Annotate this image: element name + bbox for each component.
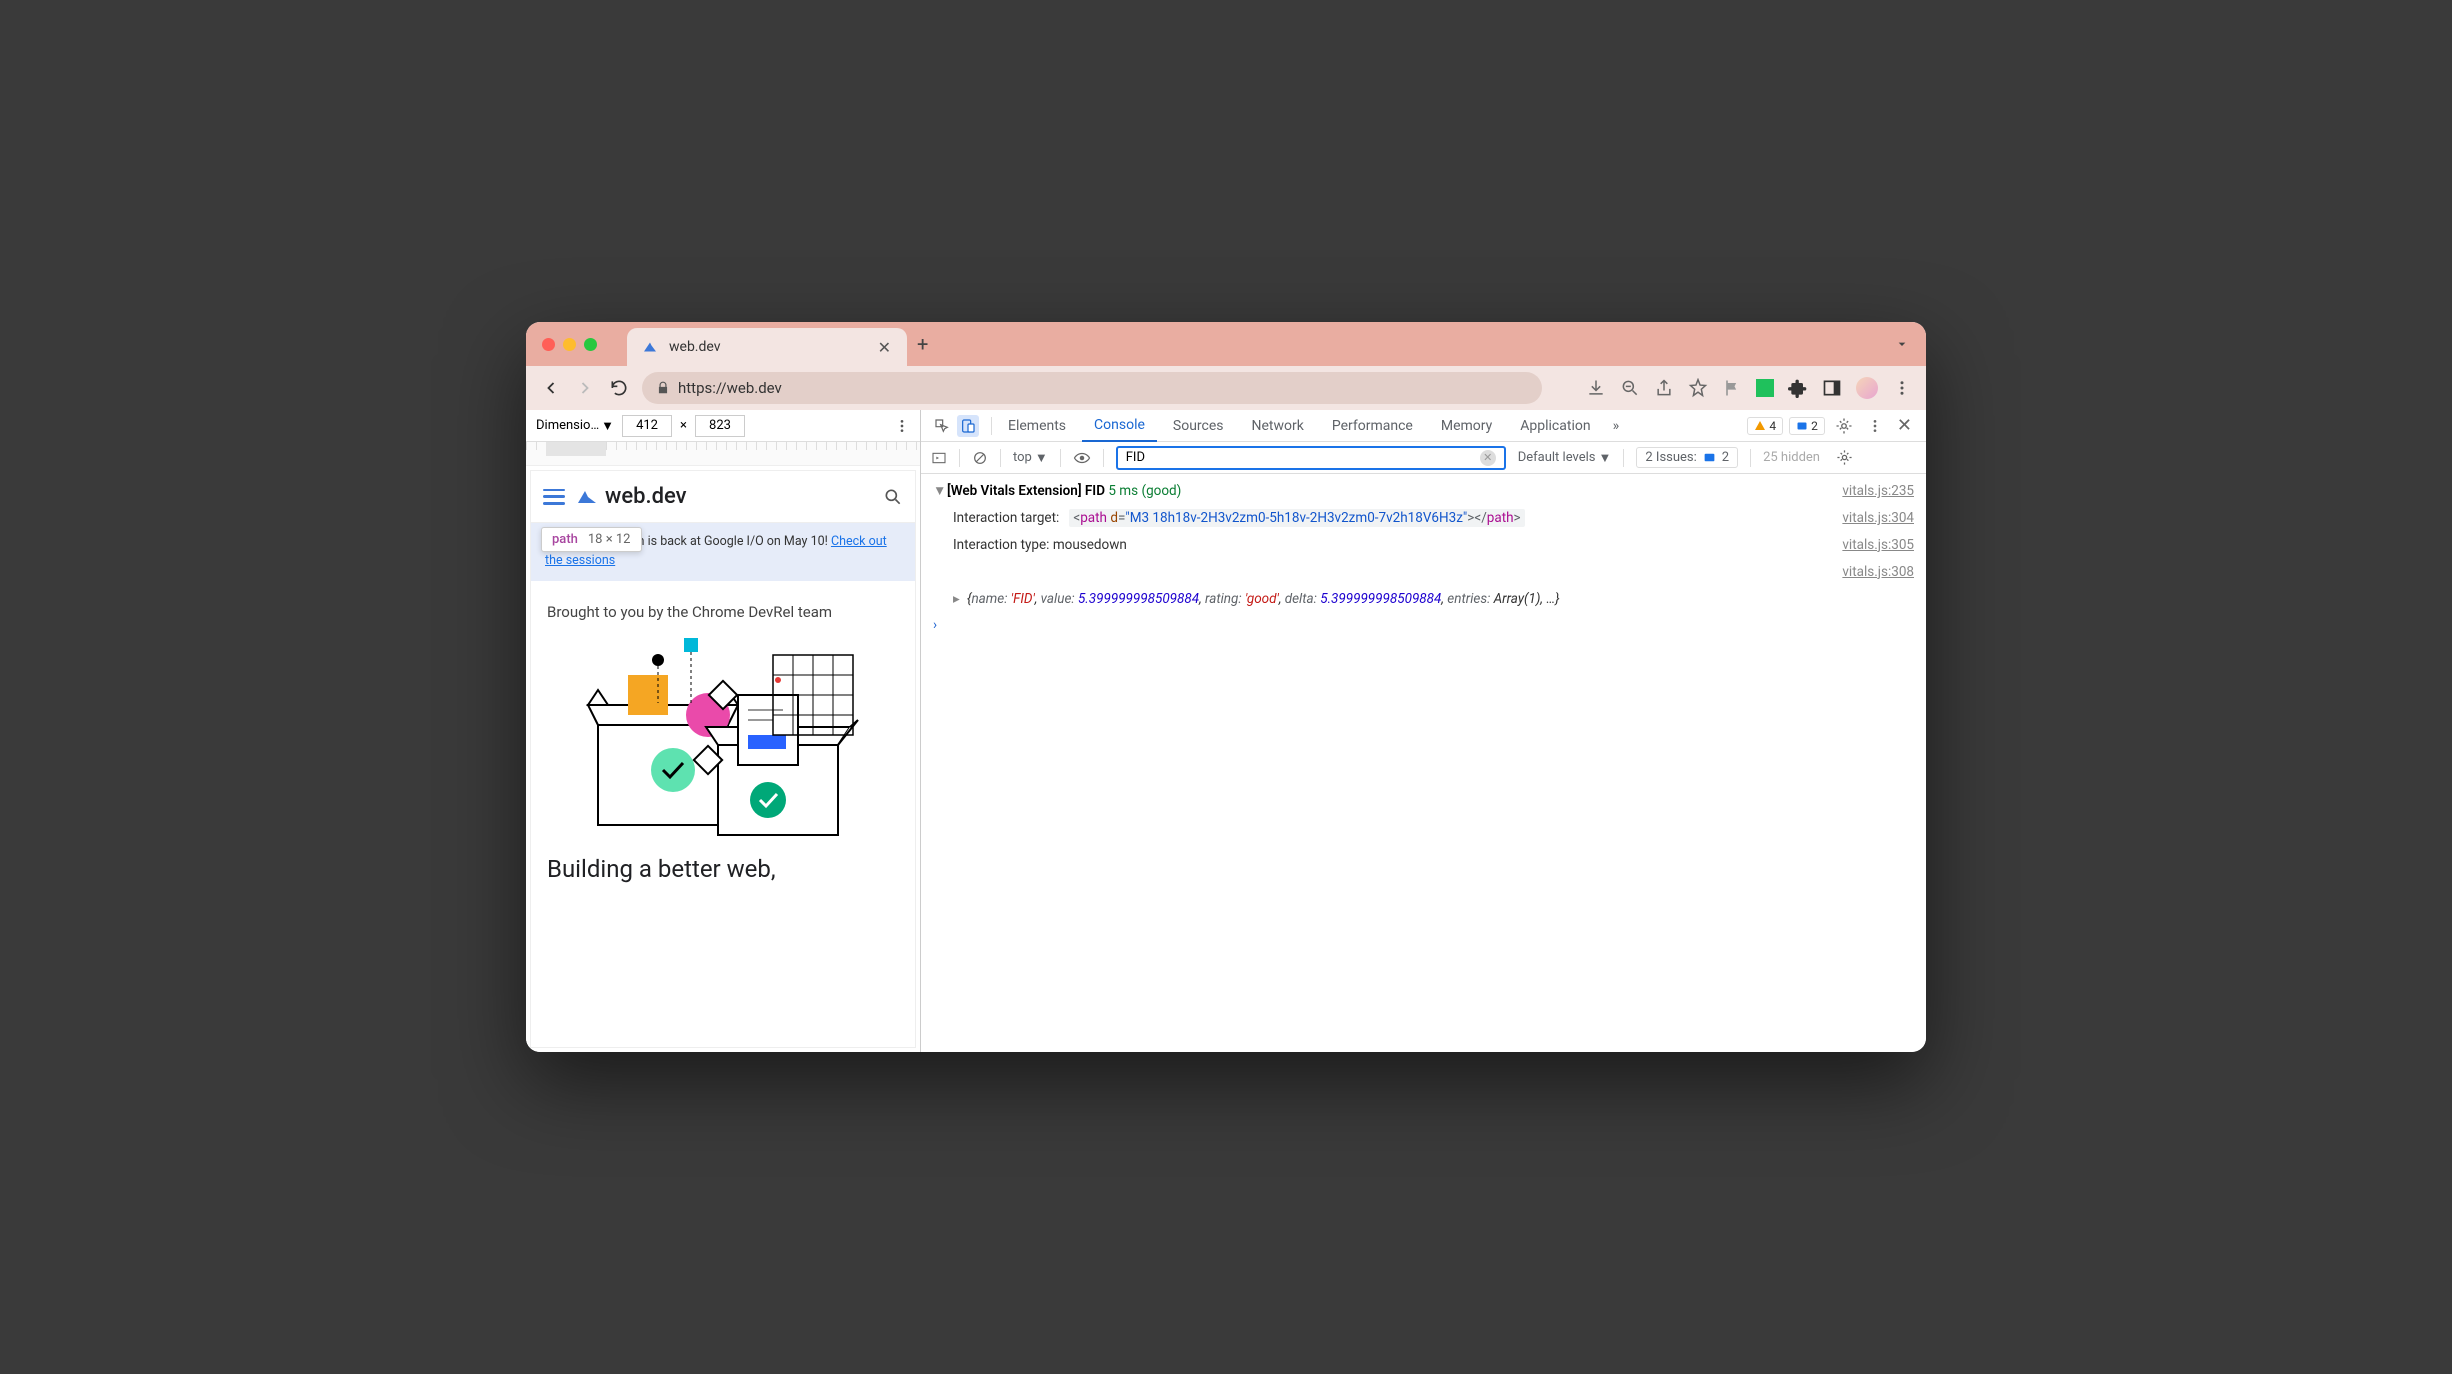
flag-icon[interactable] bbox=[1722, 378, 1742, 398]
console-prompt[interactable]: › bbox=[921, 613, 1926, 637]
back-button[interactable] bbox=[540, 377, 562, 399]
tooltip-dimensions: 18 × 12 bbox=[588, 532, 631, 547]
log-group-header[interactable]: ▼ [Web Vitals Extension] FID 5 ms (good)… bbox=[921, 478, 1926, 505]
url-text: https://web.dev bbox=[678, 379, 782, 397]
dimensions-dropdown[interactable]: Dimensio… ▼ bbox=[536, 418, 614, 434]
console-output: ▼ [Web Vitals Extension] FID 5 ms (good)… bbox=[921, 474, 1926, 1052]
width-input[interactable] bbox=[622, 415, 672, 437]
site-logo[interactable]: web.dev bbox=[575, 484, 687, 509]
tabs-overflow-icon[interactable]: » bbox=[1607, 418, 1626, 434]
warnings-badge[interactable]: 4 bbox=[1747, 417, 1783, 435]
omnibox[interactable]: https://web.dev bbox=[642, 372, 1542, 404]
device-toolbar-more-icon[interactable] bbox=[894, 418, 910, 434]
emulated-viewport: web.dev path 18 × 12 The Chrome team is … bbox=[526, 466, 920, 1052]
log-levels-dropdown[interactable]: Default levels ▼ bbox=[1518, 450, 1612, 466]
console-filter-input[interactable]: ✕ bbox=[1116, 446, 1506, 470]
content-area: Dimensio… ▼ × web.dev bbox=[526, 410, 1926, 1052]
reload-button[interactable] bbox=[608, 377, 630, 399]
bookmark-star-icon[interactable] bbox=[1688, 378, 1708, 398]
devtools-settings-icon[interactable] bbox=[1831, 417, 1857, 435]
traffic-lights bbox=[542, 338, 597, 351]
log-line: Interaction type: mousedown vitals.js:30… bbox=[921, 532, 1926, 559]
extensions-puzzle-icon[interactable] bbox=[1788, 378, 1808, 398]
browser-tab[interactable]: web.dev ✕ bbox=[627, 328, 907, 366]
clear-console-icon[interactable] bbox=[972, 450, 988, 466]
tab-favicon-icon bbox=[641, 338, 659, 356]
devtools-close-icon[interactable]: ✕ bbox=[1893, 415, 1916, 436]
browser-window: web.dev ✕ + https://web.dev bbox=[526, 322, 1926, 1052]
source-link[interactable]: vitals.js:304 bbox=[1822, 507, 1914, 530]
devtools-tabstrip: Elements Console Sources Network Perform… bbox=[921, 410, 1926, 442]
device-mode-pane: Dimensio… ▼ × web.dev bbox=[526, 410, 921, 1052]
brought-by-text: Brought to you by the Chrome DevRel team bbox=[531, 581, 915, 635]
maximize-window-button[interactable] bbox=[584, 338, 597, 351]
element-tooltip: path 18 × 12 bbox=[541, 527, 642, 552]
height-input[interactable] bbox=[695, 415, 745, 437]
live-expression-icon[interactable] bbox=[1073, 449, 1091, 467]
new-tab-button[interactable]: + bbox=[917, 332, 928, 356]
tab-dropdown-button[interactable] bbox=[1894, 336, 1910, 352]
tab-elements[interactable]: Elements bbox=[996, 410, 1078, 442]
tab-console[interactable]: Console bbox=[1082, 410, 1157, 442]
ruler bbox=[526, 442, 920, 466]
tab-network[interactable]: Network bbox=[1240, 410, 1316, 442]
address-bar: https://web.dev bbox=[526, 366, 1926, 410]
console-toolbar: top ▼ ✕ Default levels ▼ 2 Issues: 2 25 … bbox=[921, 442, 1926, 474]
source-link[interactable]: vitals.js:305 bbox=[1822, 534, 1914, 557]
tab-close-button[interactable]: ✕ bbox=[876, 336, 893, 359]
console-settings-icon[interactable] bbox=[1832, 449, 1857, 466]
inspect-element-icon[interactable] bbox=[931, 415, 953, 437]
hamburger-menu-icon[interactable] bbox=[543, 489, 565, 505]
tooltip-tag: path bbox=[552, 532, 578, 547]
source-link[interactable]: vitals.js:308 bbox=[1822, 561, 1914, 584]
browser-menu-icon[interactable] bbox=[1892, 378, 1912, 398]
site-header: web.dev bbox=[531, 471, 915, 523]
downloads-icon[interactable] bbox=[1586, 378, 1606, 398]
site-search-icon[interactable] bbox=[883, 487, 903, 507]
log-object[interactable]: ▸ {name: 'FID', value: 5.399999998509884… bbox=[921, 586, 1926, 613]
minimize-window-button[interactable] bbox=[563, 338, 576, 351]
profile-avatar[interactable] bbox=[1856, 377, 1878, 399]
toggle-device-toolbar-icon[interactable] bbox=[957, 415, 979, 437]
devtools-panel: Elements Console Sources Network Perform… bbox=[921, 410, 1926, 1052]
log-line: vitals.js:308 bbox=[921, 559, 1926, 586]
tab-title: web.dev bbox=[669, 339, 721, 355]
dim-separator: × bbox=[680, 418, 687, 433]
context-selector[interactable]: top ▼ bbox=[1013, 450, 1048, 466]
forward-button[interactable] bbox=[574, 377, 596, 399]
hidden-count: 25 hidden bbox=[1763, 450, 1820, 465]
extension-green-icon[interactable] bbox=[1756, 379, 1774, 397]
share-icon[interactable] bbox=[1654, 378, 1674, 398]
tab-application[interactable]: Application bbox=[1508, 410, 1602, 442]
tab-memory[interactable]: Memory bbox=[1429, 410, 1504, 442]
devtools-more-icon[interactable] bbox=[1863, 418, 1887, 434]
webdev-logo-icon bbox=[575, 485, 599, 509]
tab-sources[interactable]: Sources bbox=[1161, 410, 1236, 442]
console-sidebar-toggle-icon[interactable] bbox=[931, 450, 947, 466]
clear-filter-icon[interactable]: ✕ bbox=[1480, 450, 1496, 466]
log-line: Interaction target: <path d="M3 18h18v-2… bbox=[921, 505, 1926, 532]
zoom-icon[interactable] bbox=[1620, 378, 1640, 398]
hero-heading: Building a better web, bbox=[531, 845, 915, 893]
lock-icon bbox=[656, 381, 670, 395]
sidepanel-icon[interactable] bbox=[1822, 378, 1842, 398]
hero-illustration bbox=[531, 635, 915, 845]
close-window-button[interactable] bbox=[542, 338, 555, 351]
info-badge[interactable]: 2 bbox=[1789, 417, 1825, 435]
dimensions-toolbar: Dimensio… ▼ × bbox=[526, 410, 920, 442]
titlebar: web.dev ✕ + bbox=[526, 322, 1926, 366]
source-link[interactable]: vitals.js:235 bbox=[1822, 480, 1914, 503]
issues-chip[interactable]: 2 Issues: 2 bbox=[1636, 447, 1738, 468]
tab-performance[interactable]: Performance bbox=[1320, 410, 1425, 442]
